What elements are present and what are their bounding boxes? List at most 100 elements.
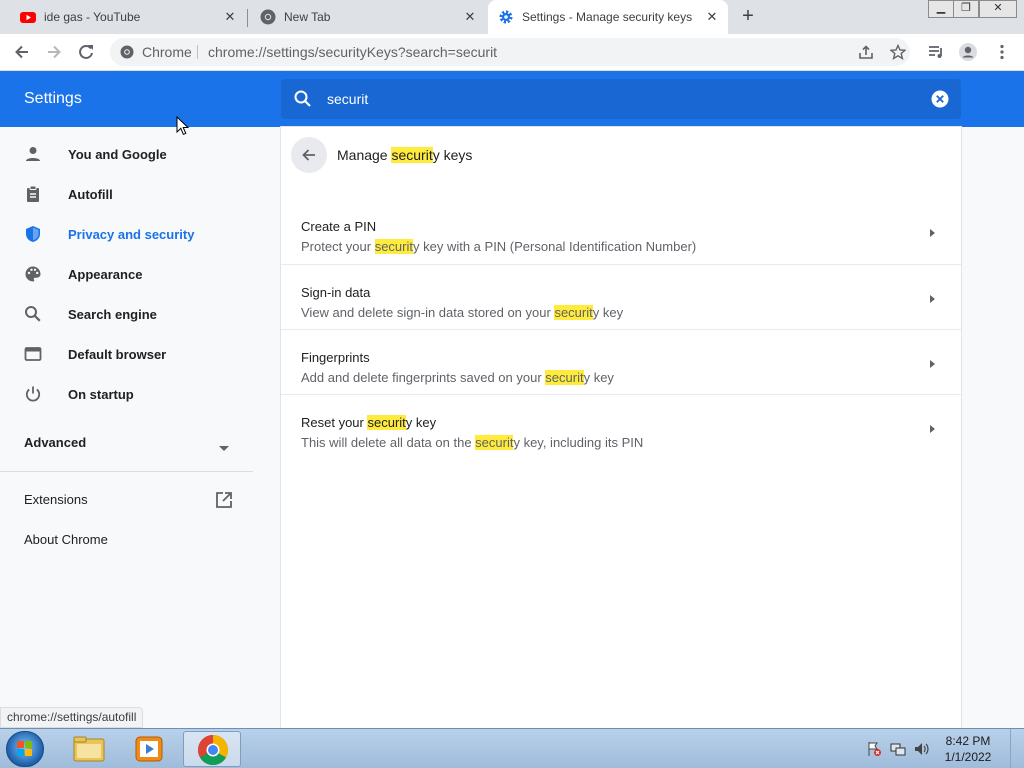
sidebar-item-label: Search engine [68, 306, 157, 322]
sidebar-item-label: You and Google [68, 146, 167, 162]
share-icon[interactable] [858, 44, 874, 60]
row-title: Fingerprints [301, 350, 370, 365]
tab-title: New Tab [284, 10, 331, 24]
tab-close-icon[interactable]: ✕ [704, 9, 720, 25]
windows-taskbar: 8:42 PM 1/1/2022 [0, 728, 1024, 768]
tab-title: Settings - Manage security keys [522, 10, 693, 24]
row-title: Reset your security key [301, 415, 437, 430]
search-highlight: securit [391, 147, 433, 163]
taskbar-file-explorer[interactable] [60, 731, 118, 767]
sidebar-divider [0, 471, 253, 472]
clear-search-icon[interactable] [931, 90, 949, 108]
settings-search-input[interactable]: securit [281, 79, 961, 119]
sidebar-item-search-engine[interactable]: Search engine [0, 294, 253, 334]
media-control-icon[interactable] [926, 42, 946, 62]
back-arrow-icon[interactable] [12, 42, 32, 62]
row-reset-security-key[interactable]: Reset your security key This will delete… [281, 394, 961, 459]
network-icon[interactable] [890, 741, 906, 757]
browser-toolbar: Chrome chrome://settings/securityKeys?se… [0, 34, 1024, 71]
chevron-right-icon [930, 360, 935, 368]
sidebar-item-label: Privacy and security [68, 226, 195, 242]
sidebar-item-label: Default browser [68, 346, 167, 362]
row-create-pin[interactable]: Create a PIN Protect your security key w… [281, 199, 961, 264]
shield-icon [24, 225, 42, 243]
tab-title: ide gas - YouTube [44, 10, 141, 24]
omnibox-url[interactable]: chrome://settings/securityKeys?search=se… [208, 38, 497, 66]
sidebar-about-label: About Chrome [24, 532, 108, 547]
youtube-icon [20, 9, 36, 25]
row-title: Create a PIN [301, 219, 377, 234]
row-sign-in-data[interactable]: Sign-in data View and delete sign-in dat… [281, 264, 961, 329]
page-title-text: y keys [432, 147, 473, 163]
sidebar-item-on-startup[interactable]: On startup [0, 374, 253, 414]
forward-arrow-icon[interactable] [44, 42, 64, 62]
sidebar-item-label: On startup [68, 386, 134, 402]
link-status-bubble: chrome://settings/autofill [0, 707, 144, 728]
minimize-button[interactable]: ▁ [928, 0, 954, 18]
reload-icon[interactable] [76, 42, 96, 62]
close-window-button[interactable]: ✕ [979, 0, 1017, 18]
profile-avatar-icon[interactable] [958, 42, 978, 62]
tab-separator [247, 9, 248, 27]
volume-icon[interactable] [914, 741, 930, 757]
action-center-flag-icon[interactable] [866, 741, 882, 757]
sidebar-item-autofill[interactable]: Autofill [0, 174, 253, 214]
sidebar-extensions-label: Extensions [24, 492, 88, 507]
clock-time: 8:42 PM [945, 734, 991, 748]
tab-settings[interactable]: Settings - Manage security keys ✕ [488, 0, 728, 34]
chevron-right-icon [930, 295, 935, 303]
sidebar-item-appearance[interactable]: Appearance [0, 254, 253, 294]
sidebar-item-default-browser[interactable]: Default browser [0, 334, 253, 374]
row-fingerprints[interactable]: Fingerprints Add and delete fingerprints… [281, 329, 961, 394]
sidebar-item-label: Autofill [68, 186, 113, 202]
tab-close-icon[interactable]: ✕ [462, 9, 478, 25]
power-icon [24, 385, 42, 403]
media-player-icon [135, 736, 163, 762]
chevron-down-icon [219, 440, 229, 455]
search-value[interactable]: securit [327, 79, 368, 119]
search-highlight: securit [545, 370, 584, 385]
taskbar-chrome[interactable] [183, 731, 241, 767]
sidebar-item-privacy-and-security[interactable]: Privacy and security [0, 214, 253, 254]
page-title-text: Manage [337, 147, 392, 163]
settings-gear-icon [498, 9, 514, 25]
new-tab-button[interactable]: + [738, 6, 758, 27]
clipboard-icon [24, 185, 42, 203]
sidebar-item-you-and-google[interactable]: You and Google [0, 134, 253, 174]
address-bar[interactable]: Chrome chrome://settings/securityKeys?se… [110, 38, 910, 66]
omnibox-divider [197, 45, 198, 59]
tab-strip: ide gas - YouTube ✕ New Tab ✕ Settings -… [0, 0, 1024, 34]
mouse-cursor-icon [176, 115, 190, 141]
tab-new-tab[interactable]: New Tab ✕ [250, 0, 486, 34]
chrome-icon [260, 9, 276, 25]
settings-sidebar: You and Google Autofill Privacy and secu… [0, 127, 253, 727]
system-clock[interactable]: 8:42 PM 1/1/2022 [938, 733, 998, 765]
omnibox-site-label: Chrome [142, 44, 192, 60]
chrome-site-icon[interactable] [119, 44, 135, 60]
tab-close-icon[interactable]: ✕ [222, 9, 238, 25]
kebab-menu-icon[interactable] [992, 42, 1012, 62]
back-arrow-icon [302, 149, 315, 161]
row-description: Protect your security key with a PIN (Pe… [301, 239, 697, 254]
sidebar-advanced-label: Advanced [24, 435, 87, 450]
page-title: Manage security keys [337, 147, 472, 163]
start-button[interactable] [6, 731, 44, 767]
search-highlight: securit [367, 415, 406, 430]
chrome-icon [197, 735, 229, 766]
security-keys-card: Manage security keys Create a PIN Protec… [281, 127, 961, 728]
taskbar-media-player[interactable] [120, 731, 178, 767]
clock-date: 1/1/2022 [944, 750, 992, 764]
back-button[interactable] [291, 137, 327, 173]
row-title: Sign-in data [301, 285, 371, 300]
settings-header: Settings securit [0, 71, 1024, 127]
windows-logo-icon [17, 741, 32, 756]
sidebar-advanced-toggle[interactable]: Advanced [0, 422, 253, 462]
bookmark-star-icon[interactable] [889, 43, 907, 60]
sidebar-item-about-chrome[interactable]: About Chrome [0, 519, 253, 559]
sidebar-item-extensions[interactable]: Extensions [0, 479, 253, 519]
tab-youtube[interactable]: ide gas - YouTube ✕ [8, 0, 246, 34]
show-desktop-button[interactable] [1010, 729, 1024, 768]
search-highlight: securit [475, 435, 514, 450]
settings-title: Settings [24, 90, 82, 107]
maximize-button[interactable]: ❐ [953, 0, 979, 18]
